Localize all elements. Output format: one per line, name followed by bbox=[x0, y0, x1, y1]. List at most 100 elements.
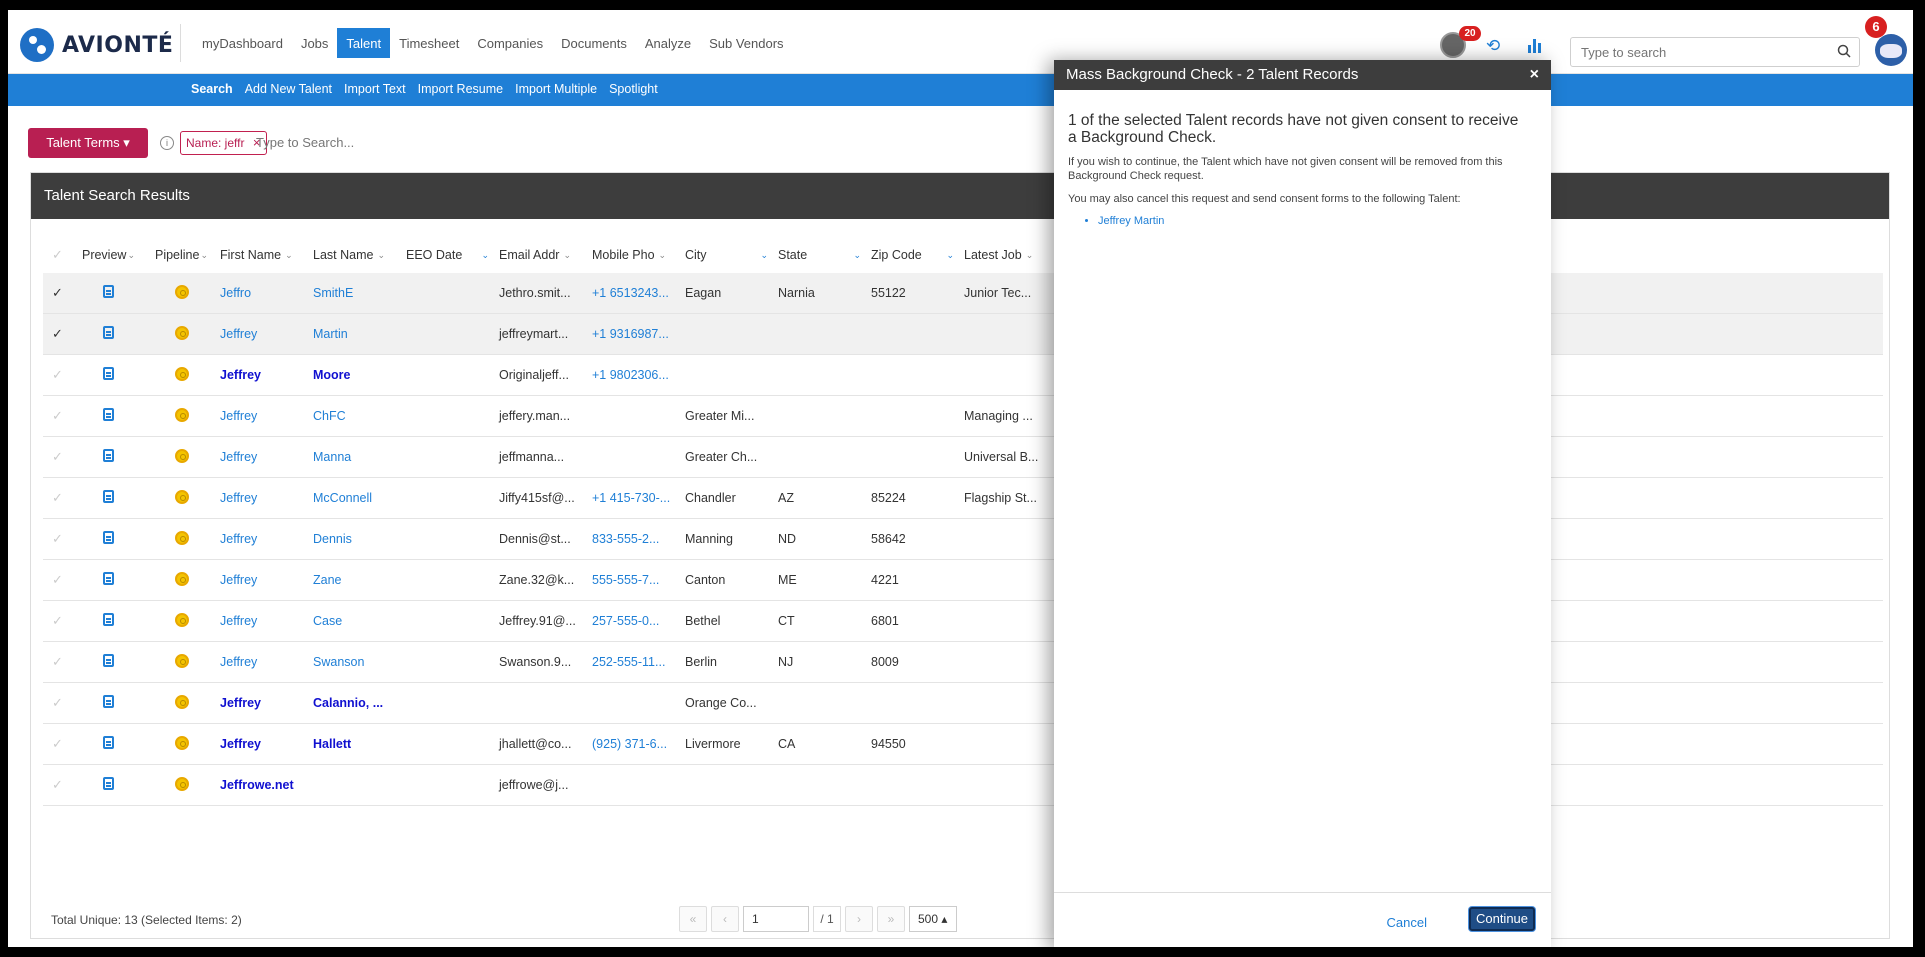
row-checkbox[interactable]: ✓ bbox=[43, 490, 72, 506]
column-header-latest-job[interactable]: Latest Job ⌄ bbox=[962, 248, 1055, 262]
cell-last[interactable]: Hallett bbox=[311, 737, 404, 751]
sort-icon[interactable]: ⌄ bbox=[659, 250, 667, 261]
first-page-button[interactable]: « bbox=[679, 906, 707, 932]
subnav-item-import-multiple[interactable]: Import Multiple bbox=[515, 82, 597, 96]
nav-item-jobs[interactable]: Jobs bbox=[292, 28, 337, 58]
row-checkbox[interactable]: ✓ bbox=[43, 531, 72, 547]
chevron-down-icon[interactable]: ⌄ bbox=[481, 250, 489, 261]
user-avatar[interactable] bbox=[1875, 34, 1907, 66]
pipeline-status-icon[interactable] bbox=[174, 776, 189, 791]
cell-first[interactable]: Jeffrey bbox=[218, 368, 311, 382]
cell-first[interactable]: Jeffrey bbox=[218, 491, 311, 505]
cell-last[interactable]: Case bbox=[311, 614, 404, 628]
pipeline-status-icon[interactable] bbox=[174, 694, 189, 709]
cell-first[interactable]: Jeffro bbox=[218, 286, 311, 300]
cell-first[interactable]: Jeffrey bbox=[218, 450, 311, 464]
nav-item-timesheet[interactable]: Timesheet bbox=[390, 28, 468, 58]
sort-icon[interactable]: ⌄ bbox=[1026, 250, 1034, 261]
cell-last[interactable]: McConnell bbox=[311, 491, 404, 505]
table-row[interactable]: ✓ Jeffrey Zane Zane.32@k... 555-555-7... Cant… bbox=[43, 560, 1883, 601]
nav-item-mydashboard[interactable]: myDashboard bbox=[193, 28, 292, 58]
cell-mobile[interactable]: +1 6513243... bbox=[590, 286, 683, 300]
column-header-zip-code[interactable]: Zip Code ⌄ bbox=[869, 248, 962, 262]
continue-button[interactable]: Continue bbox=[1469, 907, 1535, 931]
preview-document-icon[interactable] bbox=[103, 531, 114, 544]
search-icon[interactable] bbox=[1837, 44, 1851, 58]
chevron-down-icon[interactable]: ⌄ bbox=[760, 250, 768, 261]
cell-mobile[interactable]: +1 415-730-... bbox=[590, 491, 683, 505]
pipeline-status-icon[interactable] bbox=[174, 653, 189, 668]
sort-icon[interactable]: ⌄ bbox=[285, 250, 293, 261]
cell-first[interactable]: Jeffrey bbox=[218, 655, 311, 669]
cell-last[interactable]: Swanson bbox=[311, 655, 404, 669]
column-header-eeo-date[interactable]: EEO Date ⌄ bbox=[404, 248, 497, 262]
close-icon[interactable]: × bbox=[1530, 60, 1539, 90]
table-row[interactable]: ✓ Jeffrey ChFC jeffery.man... Greater Mi... M… bbox=[43, 396, 1883, 437]
cell-mobile[interactable]: +1 9316987... bbox=[590, 327, 683, 341]
next-page-button[interactable]: › bbox=[845, 906, 873, 932]
cell-mobile[interactable]: 555-555-7... bbox=[590, 573, 683, 587]
page-number-input[interactable]: 1 bbox=[743, 906, 809, 932]
row-checkbox[interactable]: ✓ bbox=[43, 572, 72, 588]
prev-page-button[interactable]: ‹ bbox=[711, 906, 739, 932]
cell-first[interactable]: Jeffrey bbox=[218, 573, 311, 587]
select-all-checkbox[interactable]: ✓ bbox=[43, 247, 72, 263]
table-row[interactable]: ✓ Jeffrey Dennis Dennis@st... 833-555-2... Ma… bbox=[43, 519, 1883, 560]
cell-first[interactable]: Jeffrey bbox=[218, 696, 311, 710]
subnav-item-search[interactable]: Search bbox=[191, 82, 233, 96]
preview-document-icon[interactable] bbox=[103, 654, 114, 667]
table-row[interactable]: ✓ Jeffrey Case Jeffrey.91@... 257-555-0... Be… bbox=[43, 601, 1883, 642]
pipeline-status-icon[interactable] bbox=[174, 530, 189, 545]
pipeline-status-icon[interactable] bbox=[174, 284, 189, 299]
refresh-icon[interactable]: ⟲ bbox=[1486, 37, 1502, 54]
nav-item-sub-vendors[interactable]: Sub Vendors bbox=[700, 28, 792, 58]
table-row[interactable]: ✓ Jeffrey Manna jeffmanna... Greater Ch... Un… bbox=[43, 437, 1883, 478]
preview-document-icon[interactable] bbox=[103, 326, 114, 339]
pipeline-status-icon[interactable] bbox=[174, 407, 189, 422]
pipeline-status-icon[interactable] bbox=[174, 612, 189, 627]
column-header-email-addr[interactable]: Email Addr ⌄ bbox=[497, 248, 590, 262]
cell-first[interactable]: Jeffrey bbox=[218, 409, 311, 423]
column-header-city[interactable]: City ⌄ bbox=[683, 248, 776, 262]
column-header-preview[interactable]: Preview ⌄ bbox=[72, 248, 145, 262]
row-checkbox[interactable]: ✓ bbox=[43, 695, 72, 711]
analytics-chart-icon[interactable] bbox=[1528, 39, 1544, 53]
cell-last[interactable]: ChFC bbox=[311, 409, 404, 423]
cell-first[interactable]: Jeffrey bbox=[218, 327, 311, 341]
table-row[interactable]: ✓ Jeffrey Martin jeffreymart... +1 9316987..… bbox=[43, 314, 1883, 355]
pipeline-status-icon[interactable] bbox=[174, 571, 189, 586]
table-row[interactable]: ✓ Jeffrowe.net jeffrowe@j... bbox=[43, 765, 1883, 806]
cell-last[interactable]: Calannio, ... bbox=[311, 696, 404, 710]
subnav-item-spotlight[interactable]: Spotlight bbox=[609, 82, 658, 96]
sort-icon[interactable]: ⌄ bbox=[377, 250, 385, 261]
table-row[interactable]: ✓ Jeffro SmithE Jethro.smit... +1 6513243...… bbox=[43, 273, 1883, 314]
pipeline-status-icon[interactable] bbox=[174, 366, 189, 381]
row-checkbox[interactable]: ✓ bbox=[43, 285, 72, 301]
nav-item-companies[interactable]: Companies bbox=[468, 28, 552, 58]
row-checkbox[interactable]: ✓ bbox=[43, 736, 72, 752]
table-row[interactable]: ✓ Jeffrey Moore Originaljeff... +1 9802306..… bbox=[43, 355, 1883, 396]
logo[interactable]: AVIONTÉ bbox=[20, 28, 173, 62]
cell-mobile[interactable]: (925) 371-6... bbox=[590, 737, 683, 751]
preview-document-icon[interactable] bbox=[103, 613, 114, 626]
preview-document-icon[interactable] bbox=[103, 367, 114, 380]
chevron-down-icon[interactable]: ⌄ bbox=[946, 250, 954, 261]
row-checkbox[interactable]: ✓ bbox=[43, 613, 72, 629]
preview-document-icon[interactable] bbox=[103, 736, 114, 749]
cell-mobile[interactable]: 257-555-0... bbox=[590, 614, 683, 628]
nav-item-documents[interactable]: Documents bbox=[552, 28, 636, 58]
sort-icon[interactable]: ⌄ bbox=[200, 250, 208, 261]
column-header-state[interactable]: State ⌄ bbox=[776, 248, 869, 262]
page-size-select[interactable]: 500 ▴ bbox=[909, 906, 957, 932]
talent-terms-button[interactable]: Talent Terms ▾ bbox=[28, 128, 148, 158]
sort-icon[interactable]: ⌄ bbox=[563, 250, 571, 261]
cell-last[interactable]: SmithE bbox=[311, 286, 404, 300]
row-checkbox[interactable]: ✓ bbox=[43, 367, 72, 383]
nav-item-talent[interactable]: Talent bbox=[337, 28, 391, 58]
cell-last[interactable]: Zane bbox=[311, 573, 404, 587]
preview-document-icon[interactable] bbox=[103, 777, 114, 790]
last-page-button[interactable]: » bbox=[877, 906, 905, 932]
cell-last[interactable]: Manna bbox=[311, 450, 404, 464]
row-checkbox[interactable]: ✓ bbox=[43, 654, 72, 670]
pipeline-status-icon[interactable] bbox=[174, 735, 189, 750]
